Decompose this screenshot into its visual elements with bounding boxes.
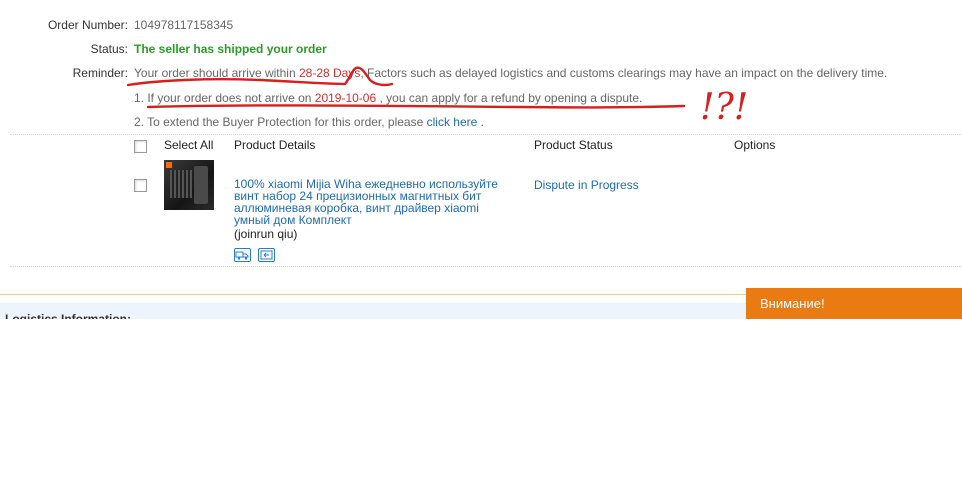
handwritten-annotation: !?!: [126, 66, 748, 128]
exclamation-marks: !?!: [700, 87, 748, 128]
